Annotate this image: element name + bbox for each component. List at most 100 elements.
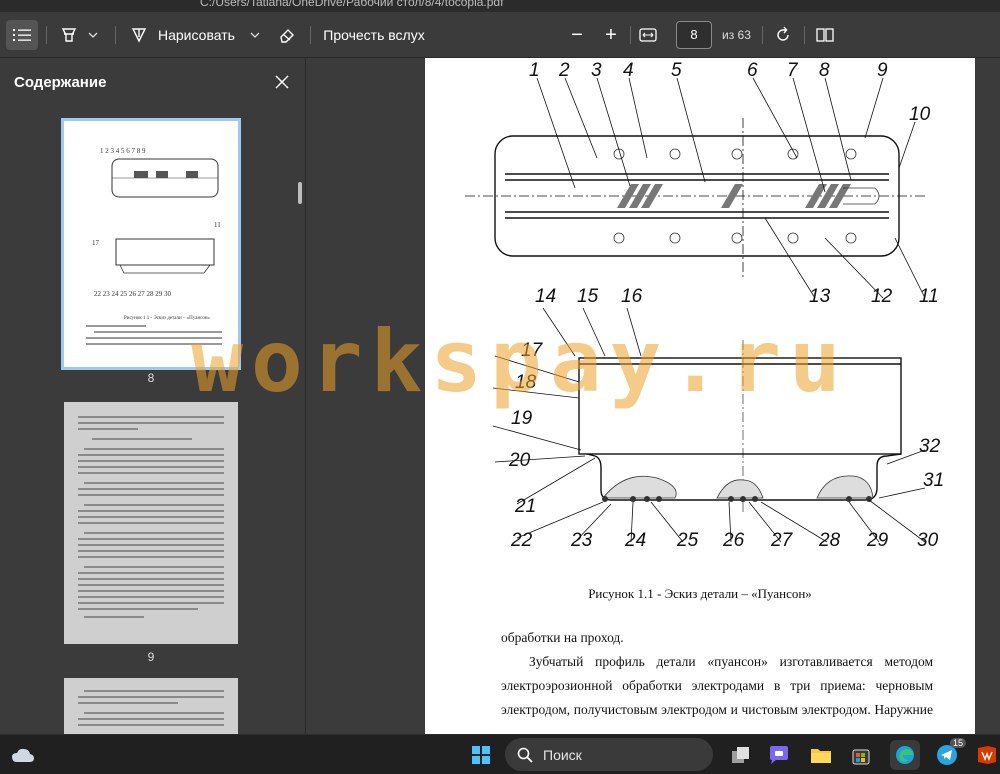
search-icon: [517, 747, 533, 763]
pdf-page: 1 2 3 4 5 6 7 8 9 10 13 12 11 14 15 16 1: [425, 58, 975, 734]
contents-sidebar: Содержание 1 2 3 4 5 6 7 8 9 11 17 22 23…: [0, 58, 306, 734]
label-31: 31: [923, 470, 944, 491]
minus-icon: −: [571, 23, 583, 46]
label-18: 18: [515, 372, 537, 393]
cloud-icon: [12, 748, 34, 762]
label-14: 14: [535, 286, 556, 307]
label-21: 21: [514, 496, 536, 517]
label-10: 10: [909, 104, 931, 125]
store-icon: [852, 749, 870, 765]
draw-dropdown-chevron[interactable]: [250, 20, 264, 50]
label-8: 8: [819, 60, 830, 81]
highlight-button[interactable]: [56, 20, 82, 50]
svg-text:Рисунок 1.1 - Эскиз детали – «: Рисунок 1.1 - Эскиз детали – «Пуансон»: [124, 316, 211, 321]
page-number-input[interactable]: 8: [676, 21, 712, 49]
chevron-down-icon: [88, 32, 98, 38]
label-3: 3: [591, 60, 602, 81]
label-20: 20: [508, 450, 531, 471]
draw-button[interactable]: Нарисовать: [130, 20, 242, 50]
office-app-button[interactable]: [972, 740, 1000, 770]
page-total-label: из 63: [722, 28, 751, 42]
label-13: 13: [809, 286, 831, 307]
fit-width-icon: [639, 28, 657, 42]
edge-browser-button[interactable]: [890, 740, 920, 770]
label-9: 9: [877, 60, 888, 81]
rotate-icon: [777, 26, 789, 41]
store-button[interactable]: [846, 740, 876, 770]
thumbnail-drawing: 1 2 3 4 5 6 7 8 9 11 17 22 23 24 25 26 2…: [86, 147, 222, 345]
label-7: 7: [787, 60, 799, 81]
label-24: 24: [624, 530, 646, 551]
folder-icon: [811, 749, 831, 763]
page-view-button[interactable]: [812, 20, 838, 50]
label-16: 16: [621, 286, 643, 307]
file-explorer-button[interactable]: [806, 740, 836, 770]
label-29: 29: [866, 530, 889, 551]
highlighter-icon: [61, 28, 77, 42]
erase-button[interactable]: [274, 20, 300, 50]
task-view-icon: [732, 747, 749, 763]
title-bar: C:/Users/Tatiana/OneDrive/Рабочий стол/8…: [0, 0, 1000, 12]
toolbar-separator: [46, 26, 47, 44]
toolbar-separator: [310, 26, 311, 44]
close-icon: [275, 75, 289, 89]
label-22: 22: [510, 530, 533, 551]
telegram-button[interactable]: 15: [932, 738, 967, 770]
label-23: 23: [570, 530, 593, 551]
toolbar: Нарисовать Прочесть вслух − + 8 из 63: [0, 12, 1000, 58]
file-path: C:/Users/Tatiana/OneDrive/Рабочий стол/8…: [200, 0, 504, 9]
telegram-badge: 15: [950, 738, 967, 748]
two-page-view-icon: [816, 28, 834, 42]
toolbar-separator: [804, 26, 805, 44]
label-4: 4: [623, 60, 634, 81]
toolbar-separator: [115, 26, 116, 44]
figure-caption: Рисунок 1.1 - Эскиз детали – «Пуансон»: [588, 586, 812, 601]
contents-toggle-button[interactable]: [6, 20, 38, 50]
zoom-out-button[interactable]: −: [566, 20, 588, 50]
thumbnail-label-8: 8: [147, 371, 155, 385]
label-19: 19: [511, 408, 533, 429]
label-30: 30: [917, 530, 939, 551]
page-thumbnail-10[interactable]: [64, 678, 238, 734]
label-6: 6: [747, 60, 758, 81]
task-view-button[interactable]: [726, 740, 756, 770]
svg-text:11: 11: [214, 221, 221, 229]
office-app-icon: [978, 746, 996, 764]
label-11: 11: [919, 286, 939, 307]
read-aloud-button[interactable]: Прочесть вслух: [322, 20, 426, 50]
list-icon: [13, 29, 31, 41]
rotate-button[interactable]: [770, 20, 796, 50]
svg-text:22 23 24 25 26 27 28 29 30: 22 23 24 25 26 27 28 29 30: [94, 290, 172, 298]
plus-icon: +: [605, 23, 617, 46]
label-15: 15: [577, 286, 599, 307]
edge-icon: [896, 746, 914, 764]
weather-widget[interactable]: [8, 740, 38, 770]
label-1: 1: [529, 60, 540, 81]
label-17: 17: [521, 340, 544, 361]
eraser-icon: [280, 29, 294, 43]
read-aloud-label: Прочесть вслух: [323, 27, 425, 43]
zoom-in-button[interactable]: +: [600, 20, 622, 50]
fit-to-width-button[interactable]: [636, 20, 660, 50]
label-5: 5: [671, 60, 682, 81]
teams-chat-button[interactable]: [764, 740, 794, 770]
paragraph-line-3: электроэрозионной обработки электродами …: [501, 678, 933, 693]
chevron-down-icon: [250, 32, 260, 38]
sidebar-scrollbar[interactable]: [298, 182, 302, 204]
pdf-viewer-window: C:/Users/Tatiana/OneDrive/Рабочий стол/8…: [0, 0, 1000, 774]
toolbar-separator: [762, 26, 763, 44]
svg-text:1 2 3 4 5 6 7 8 9: 1 2 3 4 5 6 7 8 9: [100, 147, 146, 155]
start-button[interactable]: [466, 740, 496, 770]
technical-drawing: 1 2 3 4 5 6 7 8 9 10 13 12 11 14 15 16 1: [465, 60, 944, 551]
svg-text:17: 17: [92, 239, 100, 247]
label-28: 28: [818, 530, 841, 551]
page-thumbnail-8[interactable]: 1 2 3 4 5 6 7 8 9 11 17 22 23 24 25 26 2…: [61, 118, 241, 370]
taskbar-search[interactable]: Поиск: [505, 738, 713, 771]
windows-logo-icon: [472, 746, 490, 764]
paragraph-line-2: Зубчатый профиль детали «пуансон» изгота…: [529, 654, 933, 669]
paragraph-line-4: электродом, получистовым электродом и чи…: [501, 702, 933, 717]
highlight-dropdown-chevron[interactable]: [88, 20, 102, 50]
label-27: 27: [770, 530, 794, 551]
page-thumbnail-9[interactable]: [64, 402, 238, 644]
sidebar-close-button[interactable]: [268, 68, 296, 96]
